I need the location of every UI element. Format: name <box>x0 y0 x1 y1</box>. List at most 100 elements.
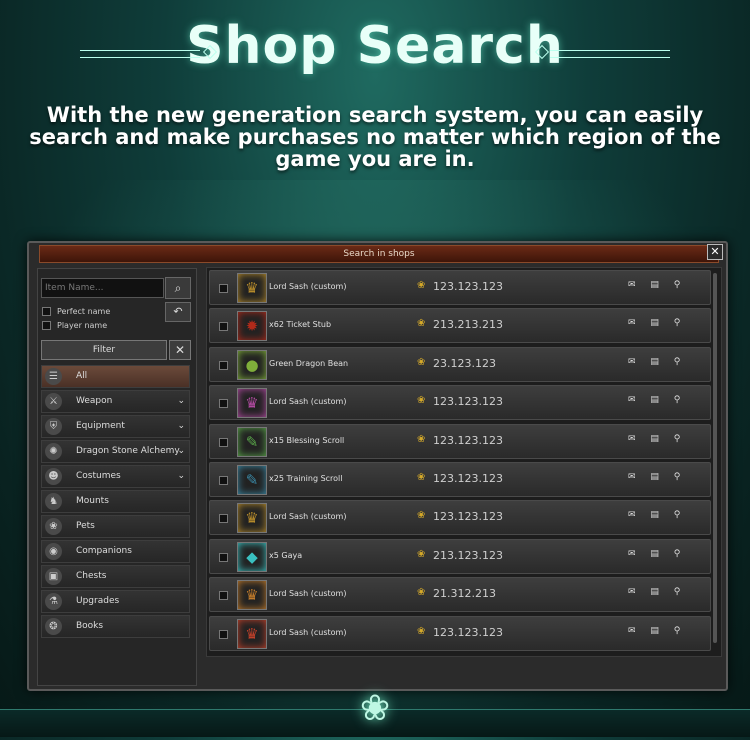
row-actions[interactable]: ✉ ▤ ⚲ <box>628 510 686 520</box>
row-actions[interactable]: ✉ ▤ ⚲ <box>628 357 686 367</box>
coin-icon: ❀ <box>417 472 426 483</box>
category-label: Upgrades <box>76 596 120 606</box>
companion-icon: ◉ <box>45 543 62 560</box>
chevron-down-icon[interactable]: ⌄ <box>177 466 185 487</box>
category-weapon[interactable]: ⚔ Weapon ⌄ <box>41 390 190 413</box>
row-checkbox[interactable] <box>219 360 228 370</box>
result-row[interactable]: ♛ Lord Sash (custom) ❀ 123.123.123 ✉ ▤ ⚲ <box>209 500 711 536</box>
row-checkbox[interactable] <box>219 629 228 639</box>
row-actions[interactable]: ✉ ▤ ⚲ <box>628 280 686 290</box>
result-row[interactable]: ✎ x15 Blessing Scroll ❀ 123.123.123 ✉ ▤ … <box>209 423 711 459</box>
category-dragon-stone-alchemy[interactable]: ✺ Dragon Stone Alchemy ⌄ <box>41 440 190 463</box>
coin-icon: ❀ <box>417 625 426 637</box>
perfect-name-label: Perfect name <box>57 307 111 316</box>
result-row[interactable]: ♛ Lord Sash (custom) ❀ 123.123.123 ✉ ▤ ⚲ <box>209 270 711 305</box>
result-row[interactable]: ✎ x25 Training Scroll ❀ 123.123.123 ✉ ▤ … <box>209 462 711 497</box>
row-actions[interactable]: ✉ ▤ ⚲ <box>628 472 686 482</box>
close-button[interactable]: ✕ <box>707 244 723 260</box>
item-price: 123.123.123 <box>433 433 503 447</box>
filter-button[interactable]: Filter <box>41 340 167 360</box>
list-icon: ☰ <box>45 368 62 385</box>
gem-icon: ◆ <box>237 541 267 572</box>
result-row[interactable]: ✹ x62 Ticket Stub ❀ 213.213.213 ✉ ▤ ⚲ <box>209 308 711 344</box>
row-actions[interactable]: ✉ ▤ ⚲ <box>628 626 686 636</box>
header: Shop Search <box>0 14 750 78</box>
perfect-name-option[interactable]: Perfect name <box>42 307 110 317</box>
back-arrow-icon: ↶ <box>173 305 183 318</box>
category-all[interactable]: ☰ All <box>41 365 190 388</box>
row-checkbox[interactable] <box>219 437 228 447</box>
mask-icon: ☻ <box>45 468 62 485</box>
coin-icon: ❀ <box>417 433 426 445</box>
result-row[interactable]: ◆ x5 Gaya ❀ 213.123.123 ✉ ▤ ⚲ <box>209 538 711 574</box>
chest-icon: ▣ <box>45 568 62 585</box>
row-actions[interactable]: ✉ ▤ ⚲ <box>628 395 686 405</box>
row-checkbox[interactable] <box>219 514 228 524</box>
book-icon: ❂ <box>45 618 62 635</box>
bean-icon: ● <box>237 349 267 380</box>
item-price: 123.123.123 <box>433 510 503 524</box>
result-row[interactable]: ♛ Lord Sash (custom) ❀ 21.312.213 ✉ ▤ ⚲ <box>209 577 711 613</box>
back-button[interactable]: ↶ <box>165 302 191 322</box>
item-name: Lord Sash (custom) <box>269 512 347 522</box>
results-scrollbar[interactable] <box>713 273 717 643</box>
ticket-icon: ✹ <box>237 311 267 342</box>
window-title: Search in shops <box>343 249 415 259</box>
item-name-input[interactable]: Item Name... <box>41 278 164 298</box>
potion-icon: ⚗ <box>45 593 62 610</box>
row-actions[interactable]: ✉ ▤ ⚲ <box>628 318 686 328</box>
page-subtitle: With the new generation search system, y… <box>29 103 721 171</box>
item-name: Lord Sash (custom) <box>269 627 347 637</box>
result-row[interactable]: ♛ Lord Sash (custom) ❀ 123.123.123 ✉ ▤ ⚲ <box>209 385 711 421</box>
category-companions[interactable]: ◉ Companions <box>41 540 190 563</box>
category-upgrades[interactable]: ⚗ Upgrades <box>41 590 190 613</box>
row-checkbox[interactable] <box>219 552 228 562</box>
item-name: x15 Blessing Scroll <box>269 435 345 445</box>
shop-search-window: Search in shops ✕ Item Name... ⌕ ↶ Perfe… <box>27 241 728 691</box>
category-mounts[interactable]: ♞ Mounts <box>41 490 190 513</box>
row-checkbox[interactable] <box>219 399 228 409</box>
category-books[interactable]: ❂ Books <box>41 615 190 638</box>
item-name: x25 Training Scroll <box>269 474 343 483</box>
row-checkbox[interactable] <box>219 476 228 485</box>
player-name-option[interactable]: Player name <box>42 321 107 331</box>
category-label: Weapon <box>76 396 113 406</box>
lotus-emblem-icon: ❀ <box>359 688 391 729</box>
category-label: Mounts <box>76 496 109 506</box>
item-price: 23.123.123 <box>433 356 496 370</box>
category-label: Companions <box>76 546 132 556</box>
paw-icon: ❀ <box>45 518 62 535</box>
perfect-name-checkbox[interactable] <box>42 307 51 316</box>
category-costumes[interactable]: ☻ Costumes ⌄ <box>41 465 190 488</box>
chevron-down-icon[interactable]: ⌄ <box>177 416 185 437</box>
coin-icon: ❀ <box>417 395 426 407</box>
row-checkbox[interactable] <box>219 591 228 601</box>
item-price: 123.123.123 <box>433 625 503 639</box>
category-chests[interactable]: ▣ Chests <box>41 565 190 588</box>
chevron-down-icon[interactable]: ⌄ <box>177 441 185 462</box>
search-button[interactable]: ⌕ <box>165 277 191 299</box>
row-checkbox[interactable] <box>219 322 228 332</box>
item-price: 21.312.213 <box>433 587 496 601</box>
chevron-down-icon[interactable]: ⌄ <box>177 391 185 412</box>
title-ornament-right <box>550 50 670 58</box>
category-equipment[interactable]: ⛨ Equipment ⌄ <box>41 415 190 438</box>
title-ornament-left <box>80 50 200 58</box>
row-actions[interactable]: ✉ ▤ ⚲ <box>628 587 686 597</box>
player-name-label: Player name <box>57 321 108 330</box>
row-checkbox[interactable] <box>219 284 228 293</box>
coin-icon: ❀ <box>417 548 426 560</box>
row-actions[interactable]: ✉ ▤ ⚲ <box>628 434 686 444</box>
player-name-checkbox[interactable] <box>42 321 51 330</box>
category-pets[interactable]: ❀ Pets <box>41 515 190 538</box>
item-price: 123.123.123 <box>433 395 503 409</box>
filter-panel: Item Name... ⌕ ↶ Perfect name Player nam… <box>37 268 197 686</box>
clear-filter-button[interactable]: ✕ <box>169 340 191 360</box>
row-actions[interactable]: ✉ ▤ ⚲ <box>628 549 686 559</box>
sash-icon: ♛ <box>237 618 267 649</box>
result-row[interactable]: ♛ Lord Sash (custom) ❀ 123.123.123 ✉ ▤ ⚲ <box>209 615 711 651</box>
window-titlebar[interactable]: Search in shops <box>39 245 719 263</box>
sash-icon: ♛ <box>237 388 267 419</box>
result-row[interactable]: ● Green Dragon Bean ❀ 23.123.123 ✉ ▤ ⚲ <box>209 346 711 382</box>
coin-icon: ❀ <box>417 280 426 291</box>
